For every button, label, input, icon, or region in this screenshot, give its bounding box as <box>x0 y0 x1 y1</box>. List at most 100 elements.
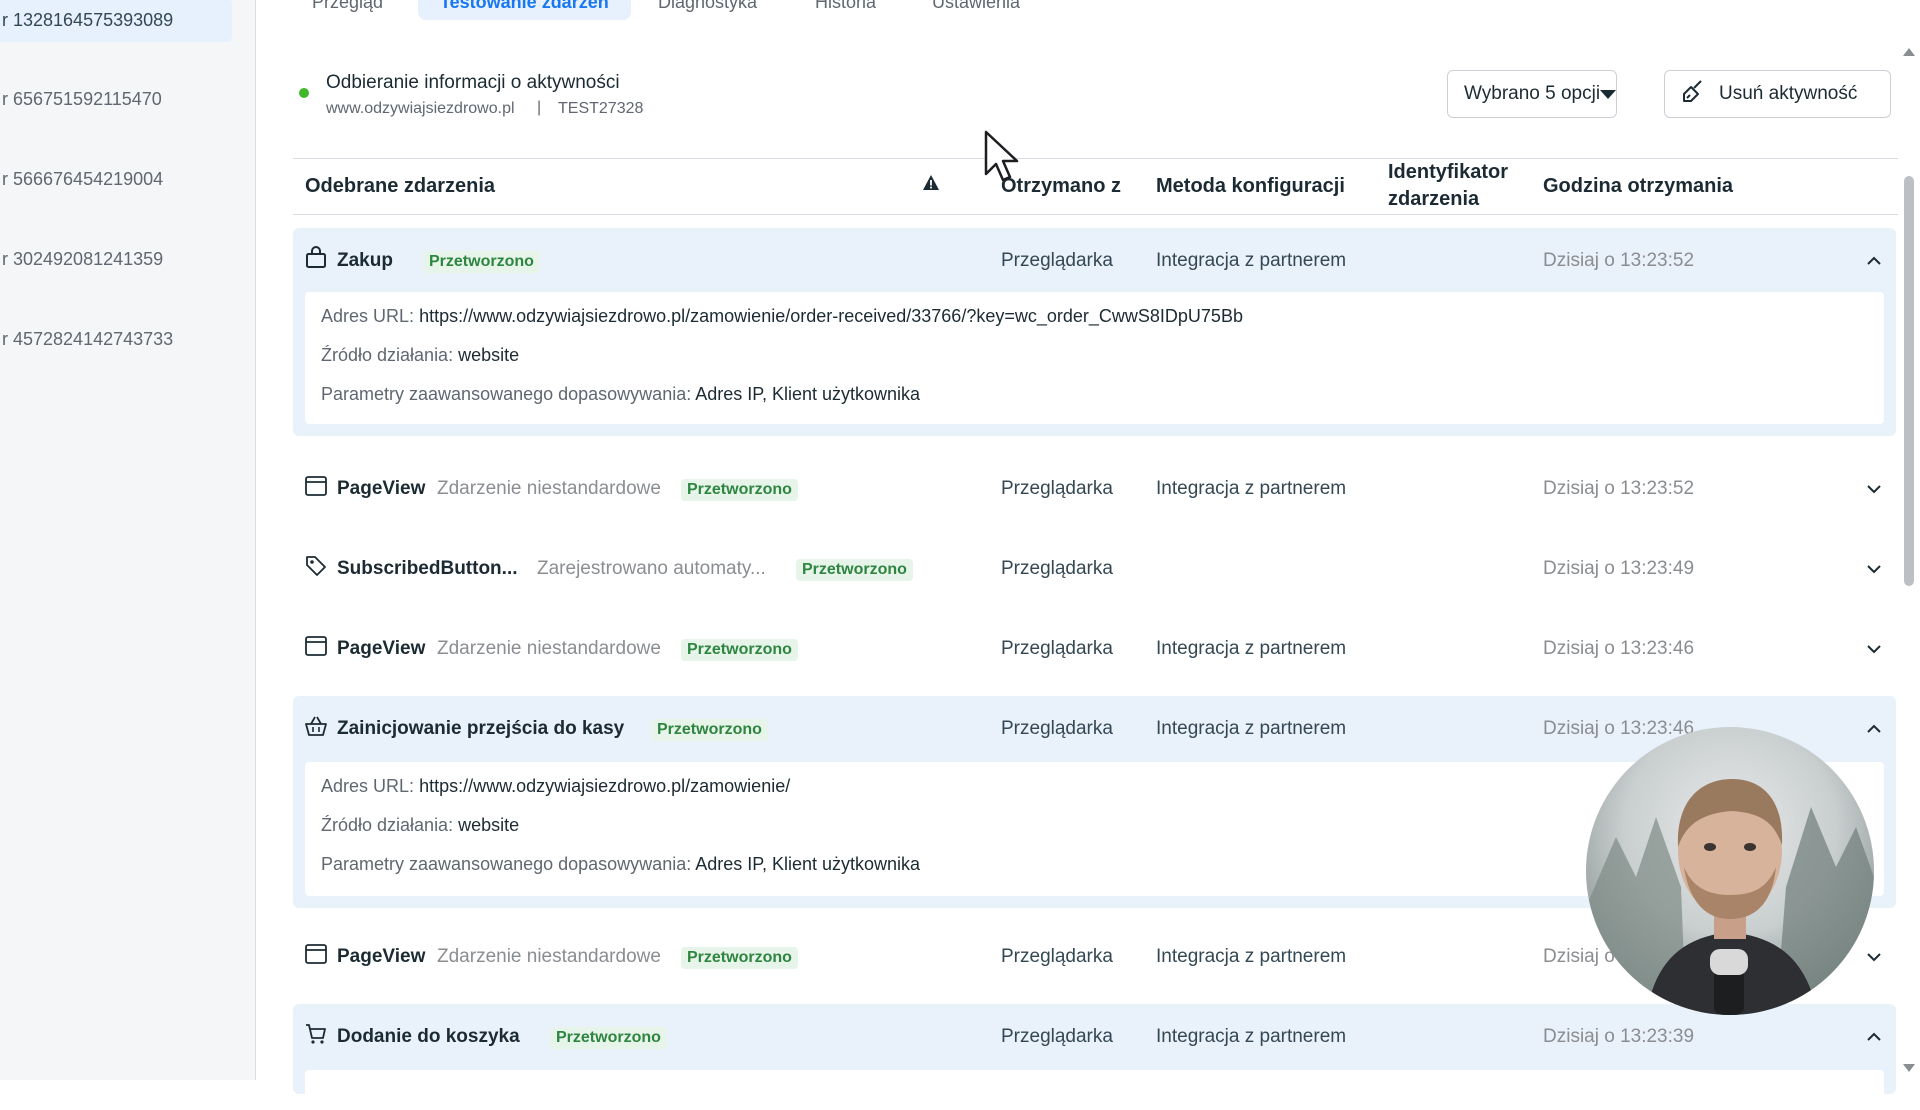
sidebar-item-dataset-4[interactable]: r 302492081241359 <box>0 237 232 281</box>
chevron-up-icon[interactable] <box>1865 720 1883 738</box>
config-method: Integracja z partnerem <box>1156 638 1347 659</box>
sidebar-item-dataset-3[interactable]: r 566676454219004 <box>0 157 232 201</box>
received-from: Przeglądarka <box>1001 638 1113 659</box>
detail-source: website <box>458 345 520 365</box>
event-name: Dodanie do koszyka <box>337 1026 520 1047</box>
received-time: Dzisiaj o 13:23:49 <box>1543 558 1695 579</box>
event-details: Adres URL: https://www.odzywiajsiezdrowo… <box>305 292 1884 424</box>
detail-label: Źródło działania: <box>321 815 454 835</box>
detail-source: website <box>458 815 520 835</box>
webcam-overlay <box>1586 727 1874 1015</box>
filter-options-dropdown[interactable]: Wybrano 5 opcji <box>1447 70 1617 118</box>
tab-settings[interactable]: Ustawienia <box>932 0 1020 20</box>
activity-status-dot <box>299 88 309 98</box>
warning-icon[interactable] <box>922 174 940 196</box>
detail-params: Adres IP, Klient użytkownika <box>695 854 921 874</box>
detail-params: Adres IP, Klient użytkownika <box>695 384 921 404</box>
status-badge: Przetworzono <box>681 639 798 661</box>
column-header-time: Godzina otrzymania <box>1543 175 1734 197</box>
sidebar-item-dataset-1[interactable]: r 1328164575393089 <box>0 0 232 42</box>
detail-label: Parametry zaawansowanego dopasowywania: <box>321 854 692 874</box>
activity-domain: www.odzywiajsiezdrowo.pl <box>326 100 515 117</box>
column-header-events: Odebrane zdarzenia <box>305 175 496 197</box>
caret-down-icon <box>1600 89 1617 99</box>
event-name: PageView <box>337 946 426 967</box>
basket-icon <box>304 714 328 738</box>
received-from: Przeglądarka <box>1001 1026 1113 1047</box>
table-row[interactable]: PageView Zdarzenie niestandardowe Przetw… <box>293 622 1896 678</box>
detail-label: Adres URL: <box>321 306 415 326</box>
detail-url: https://www.odzywiajsiezdrowo.pl/zamowie… <box>419 776 791 796</box>
mouse-cursor-icon <box>984 130 1024 189</box>
table-row[interactable]: Zakup Przetworzono Przeglądarka Integrac… <box>293 228 1896 436</box>
tab-history[interactable]: Historia <box>815 0 876 20</box>
table-row[interactable]: SubscribedButton... Zarejestrowano autom… <box>293 542 1896 598</box>
status-badge: Przetworzono <box>681 479 798 501</box>
received-from: Przeglądarka <box>1001 250 1113 271</box>
received-from: Przeglądarka <box>1001 718 1113 739</box>
table-header-divider <box>293 214 1898 215</box>
config-method: Integracja z partnerem <box>1156 718 1347 739</box>
event-name: SubscribedButton... <box>337 558 518 579</box>
event-description: Zarejestrowano automaty... <box>537 558 766 579</box>
chevron-up-icon[interactable] <box>1865 252 1883 270</box>
tab-overview[interactable]: Przegląd <box>312 0 383 20</box>
received-time: Dzisiaj o <box>1543 946 1615 967</box>
received-time: Dzisiaj o 13:23:46 <box>1543 638 1695 659</box>
scroll-down-arrow-icon[interactable] <box>1903 1064 1915 1072</box>
event-name: Zainicjowanie przejścia do kasy <box>337 718 625 739</box>
event-name: Zakup <box>337 250 393 271</box>
tab-test-events[interactable]: Testowanie zdarzeń <box>418 0 631 20</box>
chevron-down-icon[interactable] <box>1865 560 1883 578</box>
sidebar-item-dataset-2[interactable]: r 656751592115470 <box>0 77 232 121</box>
table-row[interactable]: Dodanie do koszyka Przetworzono Przegląd… <box>293 1004 1896 1110</box>
sidebar-item-dataset-5[interactable]: r 4572824142743733 <box>0 317 232 361</box>
column-header-event-id: Identyfikator zdarzenia <box>1388 161 1509 210</box>
table-divider <box>293 158 1898 159</box>
chevron-up-icon[interactable] <box>1865 1028 1883 1046</box>
detail-url: https://www.odzywiajsiezdrowo.pl/zamowie… <box>419 306 1243 326</box>
status-badge: Przetworzono <box>651 719 768 741</box>
shopping-bag-icon <box>304 246 328 270</box>
received-from: Przeglądarka <box>1001 946 1113 967</box>
status-badge: Przetworzono <box>796 559 913 581</box>
clear-activity-button[interactable]: Usuń aktywność <box>1664 70 1891 118</box>
received-time: Dzisiaj o 13:23:46 <box>1543 718 1695 739</box>
chevron-down-icon[interactable] <box>1865 480 1883 498</box>
filter-options-label: Wybrano 5 opcji <box>1464 83 1601 104</box>
status-separator: | <box>537 99 542 116</box>
chevron-down-icon[interactable] <box>1865 640 1883 658</box>
received-time: Dzisiaj o 13:23:39 <box>1543 1026 1695 1047</box>
event-details <box>305 1070 1884 1110</box>
tag-icon <box>304 554 328 578</box>
clear-activity-label: Usuń aktywność <box>1719 83 1858 104</box>
config-method: Integracja z partnerem <box>1156 250 1347 271</box>
status-badge: Przetworzono <box>681 947 798 969</box>
config-method: Integracja z partnerem <box>1156 478 1347 499</box>
table-row[interactable]: PageView Zdarzenie niestandardowe Przetw… <box>293 462 1896 518</box>
status-badge: Przetworzono <box>423 251 540 273</box>
browser-window-icon <box>304 634 328 658</box>
detail-label: Źródło działania: <box>321 345 454 365</box>
event-description: Zdarzenie niestandardowe <box>437 946 661 967</box>
chevron-down-icon[interactable] <box>1865 948 1883 966</box>
event-name: PageView <box>337 638 426 659</box>
event-description: Zdarzenie niestandardowe <box>437 478 661 499</box>
received-from: Przeglądarka <box>1001 478 1113 499</box>
detail-label: Adres URL: <box>321 776 415 796</box>
shopping-cart-icon <box>304 1022 328 1046</box>
browser-window-icon <box>304 474 328 498</box>
browser-window-icon <box>304 942 328 966</box>
tab-diagnostics[interactable]: Diagnostyka <box>658 0 757 20</box>
test-event-code: TEST27328 <box>558 100 644 117</box>
status-badge: Przetworzono <box>550 1027 667 1049</box>
config-method: Integracja z partnerem <box>1156 946 1347 967</box>
dataset-sidebar: r 1328164575393089 r 656751592115470 r 5… <box>0 0 256 1080</box>
scroll-up-arrow-icon[interactable] <box>1903 48 1915 56</box>
received-from: Przeglądarka <box>1001 558 1113 579</box>
detail-label: Parametry zaawansowanego dopasowywania: <box>321 384 692 404</box>
config-method: Integracja z partnerem <box>1156 1026 1347 1047</box>
scrollbar-thumb[interactable] <box>1904 176 1914 586</box>
activity-status-title: Odbieranie informacji o aktywności <box>326 72 620 93</box>
received-time: Dzisiaj o 13:23:52 <box>1543 250 1695 271</box>
